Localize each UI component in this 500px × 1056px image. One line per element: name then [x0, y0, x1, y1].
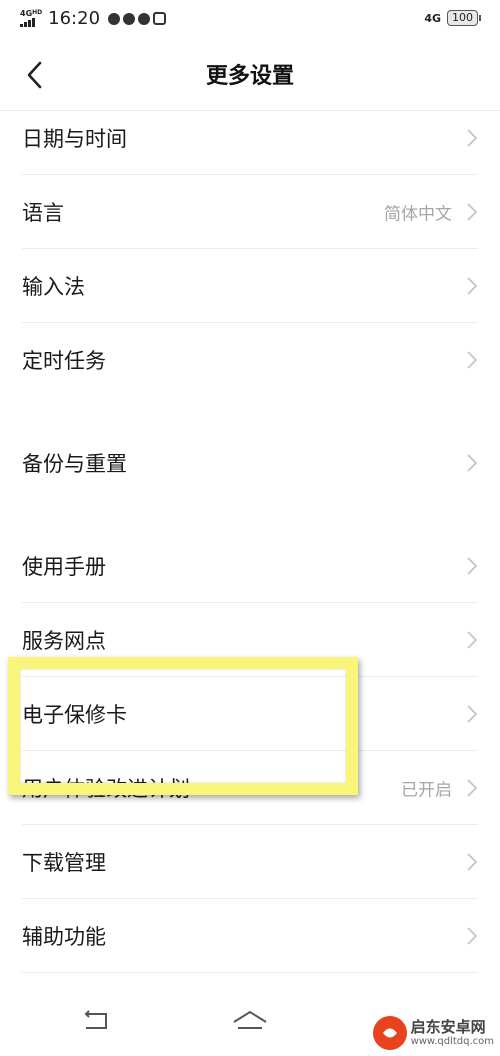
- settings-item-e-warranty-card[interactable]: 电子保修卡: [22, 677, 478, 751]
- notification-icons: [108, 12, 167, 25]
- watermark-en: www.qdltdq.com: [410, 1035, 494, 1047]
- chevron-right-icon: [467, 453, 478, 472]
- chevron-right-icon: [467, 202, 478, 221]
- settings-item-user-experience-program[interactable]: 用户体验改进计划 已开启: [22, 751, 478, 825]
- settings-list: 日期与时间 语言 简体中文 输入法 定时任务 备份与重置 使用手册 服务网点 电…: [0, 101, 500, 973]
- settings-item-accessibility[interactable]: 辅助功能: [22, 899, 478, 973]
- page-title: 更多设置: [205, 64, 294, 89]
- signal-indicator: 4GHD: [20, 10, 42, 27]
- settings-item-label: 用户体验改进计划: [22, 776, 190, 801]
- camera-icon: [153, 12, 167, 25]
- settings-item-user-manual[interactable]: 使用手册: [22, 529, 478, 603]
- chevron-right-icon: [467, 276, 478, 295]
- battery-icon: 100: [447, 10, 481, 26]
- watermark: 启东安卓网 www.qdltdq.com: [372, 1016, 494, 1050]
- settings-item-service-outlets[interactable]: 服务网点: [22, 603, 478, 677]
- settings-item-label: 语言: [22, 200, 64, 225]
- settings-item-download-manager[interactable]: 下载管理: [22, 825, 478, 899]
- settings-item-label: 使用手册: [22, 554, 106, 579]
- chevron-right-icon: [467, 556, 478, 575]
- chevron-right-icon: [467, 350, 478, 369]
- settings-item-language[interactable]: 语言 简体中文: [22, 175, 478, 249]
- clock: 16:20: [48, 8, 101, 29]
- watermark-text: 启东安卓网 www.qdltdq.com: [411, 1019, 494, 1047]
- chevron-right-icon: [467, 704, 478, 723]
- chevron-right-icon: [467, 128, 478, 147]
- settings-item-label: 辅助功能: [22, 924, 106, 949]
- settings-item-label: 输入法: [22, 274, 85, 299]
- settings-item-label: 服务网点: [22, 628, 106, 653]
- settings-item-label: 定时任务: [22, 348, 106, 373]
- signal-bars-icon: [20, 18, 35, 27]
- settings-item-label: 日期与时间: [22, 126, 127, 151]
- signal-label: 4G: [20, 9, 33, 18]
- status-left: 4GHD 16:20: [20, 8, 167, 29]
- navigation-bar: 启东安卓网 www.qdltdq.com: [0, 992, 500, 1056]
- settings-item-backup-reset[interactable]: 备份与重置: [22, 426, 478, 499]
- settings-item-value: 已开启: [401, 780, 452, 800]
- settings-item-label: 电子保修卡: [22, 702, 127, 727]
- signal-hd: HD: [32, 9, 43, 16]
- chevron-right-icon: [467, 778, 478, 797]
- wechat-icon: [123, 12, 136, 25]
- settings-item-label: 下载管理: [22, 850, 106, 875]
- home-nav-icon: [233, 1010, 267, 1029]
- app-notification-icon: [108, 12, 121, 25]
- watermark-cn: 启东安卓网: [410, 1018, 486, 1037]
- status-right: 4G 100: [424, 10, 481, 26]
- chevron-right-icon: [467, 852, 478, 871]
- battery-level: 100: [452, 11, 473, 24]
- back-nav-icon: [84, 1010, 107, 1029]
- watermark-logo-icon: [372, 1016, 407, 1050]
- chevron-right-icon: [467, 630, 478, 649]
- chevron-right-icon: [467, 926, 478, 945]
- settings-item-label: 备份与重置: [22, 451, 127, 476]
- message-icon: [138, 12, 151, 25]
- nav-back-button[interactable]: [76, 1006, 116, 1036]
- network-type: 4G: [424, 11, 441, 25]
- settings-item-value: 简体中文: [384, 204, 452, 224]
- nav-home-button[interactable]: [230, 1006, 270, 1036]
- settings-item-scheduled-tasks[interactable]: 定时任务: [22, 323, 478, 396]
- settings-item-input-method[interactable]: 输入法: [22, 249, 478, 323]
- status-bar: 4GHD 16:20 4G 100: [0, 0, 500, 40]
- settings-item-date-time[interactable]: 日期与时间: [22, 101, 478, 175]
